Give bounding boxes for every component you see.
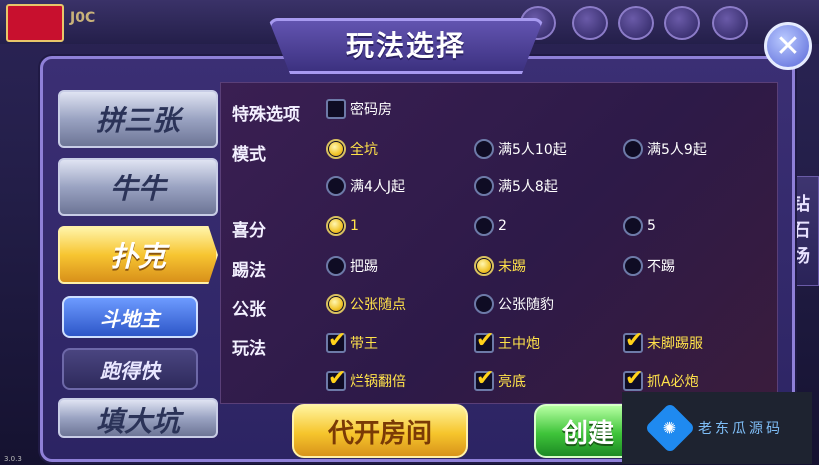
public-card-label: 公张 (232, 300, 266, 320)
mode-option[interactable]: 满5人10起 (474, 139, 567, 159)
radio-selected[interactable] (326, 294, 346, 314)
avatar[interactable] (6, 4, 64, 42)
dialog-title: 玩法选择 (345, 29, 466, 62)
option-label: 王中炮 (498, 336, 540, 352)
radio[interactable] (474, 294, 494, 314)
radio-selected[interactable] (326, 216, 346, 236)
rule-option[interactable]: 烂锅翻倍 (326, 366, 406, 391)
radio[interactable] (474, 216, 494, 236)
mode-option[interactable]: 满5人8起 (474, 176, 558, 196)
password-room-checkbox[interactable] (326, 99, 346, 119)
option-label: 满5人9起 (647, 142, 707, 158)
bonus-option[interactable]: 2 (474, 216, 507, 236)
option-label: 带王 (350, 336, 378, 352)
options-panel (220, 82, 778, 404)
public-card-option[interactable]: 公张随点 (326, 294, 406, 314)
kick-option[interactable]: 把踢 (326, 256, 378, 276)
tab-poker[interactable]: 扑克 (58, 226, 218, 284)
top-bar-label: J0C (70, 10, 96, 26)
bonus-option[interactable]: 1 (326, 216, 359, 236)
radio[interactable] (623, 139, 643, 159)
option-label: 满4人J起 (350, 179, 406, 195)
face-icon[interactable] (712, 6, 748, 40)
radio[interactable] (623, 256, 643, 276)
checkbox-checked[interactable] (474, 328, 494, 353)
close-button[interactable]: ✕ (764, 22, 812, 70)
option-label: 满5人8起 (498, 179, 558, 195)
mode-option[interactable]: 满4人J起 (326, 176, 405, 196)
radio[interactable] (326, 176, 346, 196)
list-icon[interactable] (618, 6, 654, 40)
option-label: 抓A必炮 (647, 374, 699, 390)
kick-label: 踢法 (232, 261, 266, 281)
option-label: 1 (350, 218, 359, 234)
option-label: 公张随豹 (498, 297, 554, 313)
mode-label: 模式 (232, 145, 266, 165)
tab-tiandakeng[interactable]: 填大坑 (58, 398, 218, 438)
radio[interactable] (623, 216, 643, 236)
option-label: 2 (498, 218, 507, 234)
option-label: 把踢 (350, 259, 378, 275)
close-icon: ✕ (775, 28, 801, 64)
option-label: 密码房 (350, 102, 392, 118)
option-label: 公张随点 (350, 297, 406, 313)
subtab-paodekuai[interactable]: 跑得快 (62, 348, 198, 390)
mode-option[interactable]: 全坑 (326, 139, 378, 159)
tab-niuniu[interactable]: 牛牛 (58, 158, 218, 216)
option-label: 满5人10起 (498, 142, 567, 158)
option-label: 亮底 (498, 374, 526, 390)
option-label: 全坑 (350, 142, 378, 158)
mode-option[interactable]: 满5人9起 (623, 139, 707, 159)
option-label: 末踢 (498, 259, 526, 275)
watermark-text: 老东瓜源码 (698, 421, 783, 437)
kick-option[interactable]: 不踢 (623, 256, 675, 276)
radio-selected[interactable] (474, 256, 494, 276)
bonus-option[interactable]: 5 (623, 216, 656, 236)
radio[interactable] (326, 256, 346, 276)
open-room-for-others-button[interactable]: 代开房间 (292, 404, 468, 458)
option-label: 烂锅翻倍 (350, 374, 406, 390)
watermark-logo-icon: ✺ (644, 402, 696, 454)
rule-option[interactable]: 王中炮 (474, 328, 540, 353)
kick-option[interactable]: 末踢 (474, 256, 526, 276)
special-options-label: 特殊选项 (232, 105, 300, 125)
bowl-icon[interactable] (664, 6, 700, 40)
bonus-label: 喜分 (232, 221, 266, 241)
settings-icon[interactable] (572, 6, 608, 40)
password-room-option[interactable]: 密码房 (326, 99, 392, 119)
checkbox-checked[interactable] (474, 366, 494, 391)
checkbox-checked[interactable] (326, 366, 346, 391)
checkbox-checked[interactable] (326, 328, 346, 353)
checkbox-checked[interactable] (623, 366, 643, 391)
rule-option[interactable]: 带王 (326, 328, 378, 353)
watermark: ✺ 老东瓜源码 (622, 392, 812, 464)
checkbox-checked[interactable] (623, 328, 643, 353)
option-label: 末脚踢服 (647, 336, 703, 352)
option-label: 不踢 (647, 259, 675, 275)
radio[interactable] (474, 139, 494, 159)
rule-option[interactable]: 亮底 (474, 366, 526, 391)
radio-selected[interactable] (326, 139, 346, 159)
rules-label: 玩法 (232, 339, 266, 359)
tab-pinsanzhang[interactable]: 拼三张 (58, 90, 218, 148)
rule-option[interactable]: 末脚踢服 (623, 328, 703, 353)
rule-option[interactable]: 抓A必炮 (623, 366, 699, 391)
public-card-option[interactable]: 公张随豹 (474, 294, 554, 314)
version-label: 3.0.3 (4, 455, 22, 463)
subtab-doudizhu[interactable]: 斗地主 (62, 296, 198, 338)
option-label: 5 (647, 218, 656, 234)
radio[interactable] (474, 176, 494, 196)
